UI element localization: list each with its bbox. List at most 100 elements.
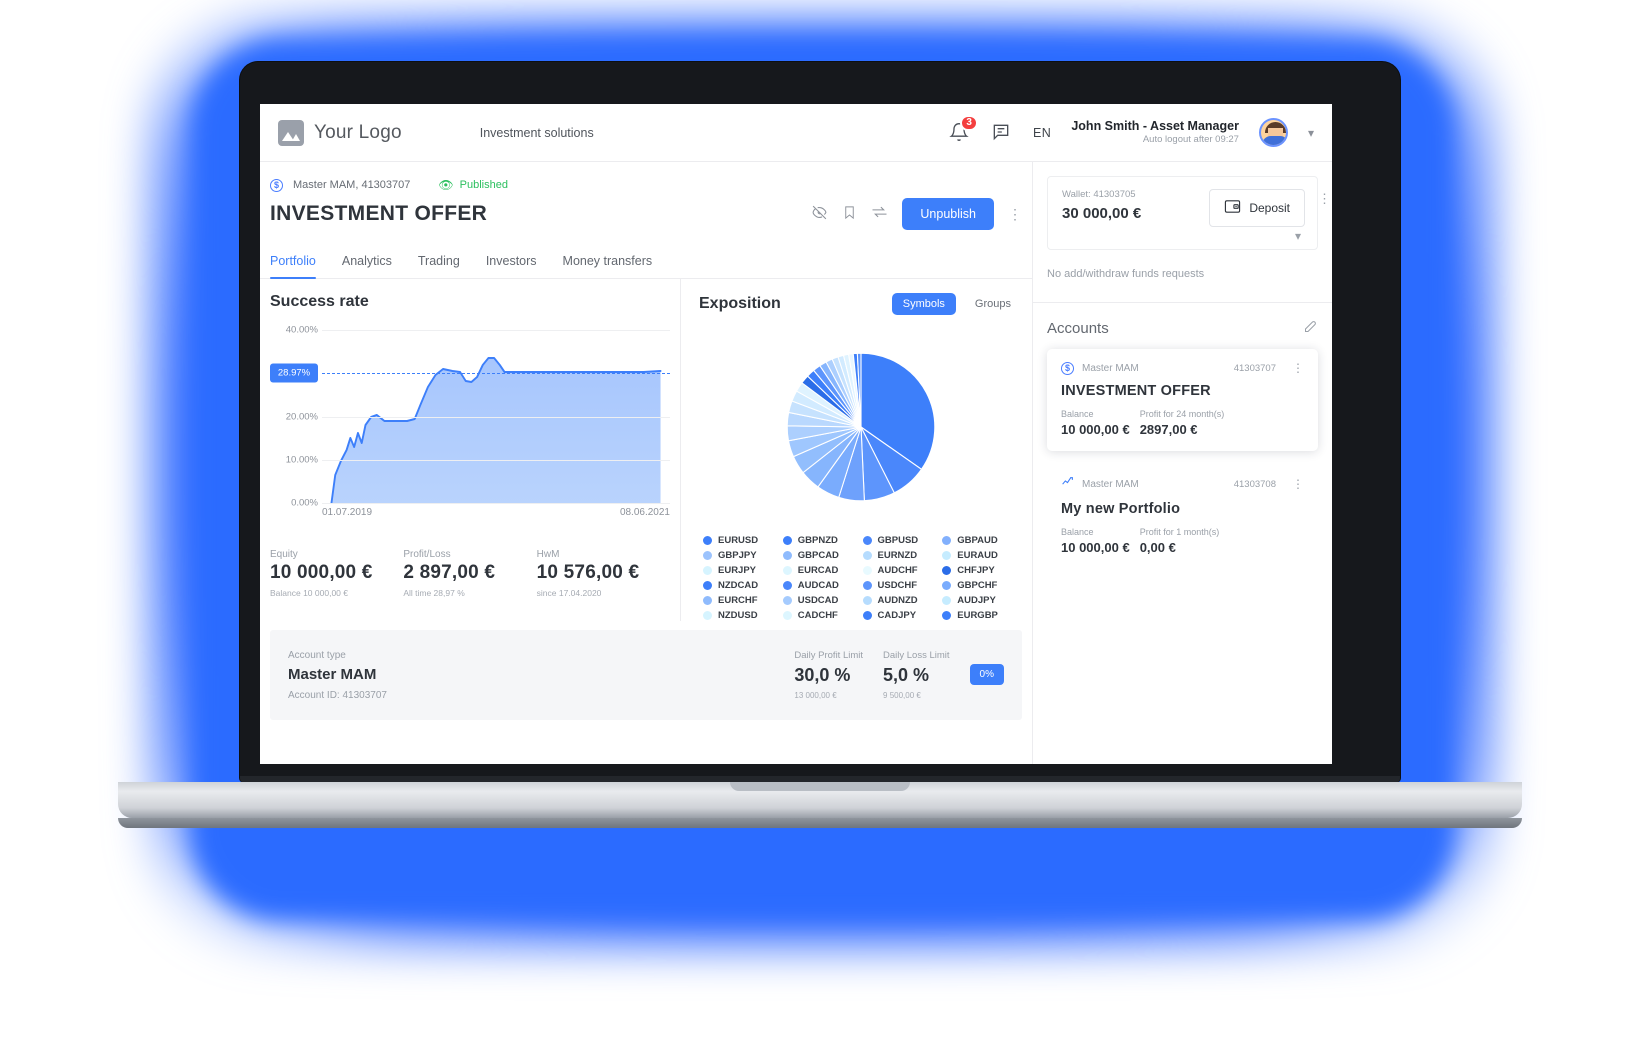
legend-item[interactable]: GBPCHF [942,580,1016,591]
legend-color-dot [942,536,952,545]
page-more-button[interactable]: ⋮ [1008,207,1022,221]
legend-item[interactable]: EURGBP [942,610,1016,621]
legend-item[interactable]: NZDCAD [703,580,777,591]
legend-item[interactable]: AUDNZD [862,595,937,606]
legend-item[interactable]: GBPNZD [782,535,857,546]
legend-item[interactable]: USDCHF [862,580,937,591]
y-tick-0: 0.00% [291,497,318,509]
panels: Success rate 40.00% 20.00% 10.00% 0.00% … [260,279,1032,621]
legend-item[interactable]: CADCHF [782,610,857,621]
legend-label: GBPJPY [718,550,757,561]
exposition-header: Exposition Symbols Groups [699,293,1022,315]
daily-loss-limit-value: 5,0 % [883,665,930,685]
status-label: Published [459,179,508,191]
transfer-icon[interactable] [871,205,888,223]
stat-equity-value: 10 000,00 € [270,562,373,583]
stat-profit-loss-label: Profit/Loss [403,549,451,560]
segment-symbols[interactable]: Symbols [891,293,956,315]
legend-color-dot [782,536,792,545]
no-requests-text: No add/withdraw funds requests [1047,268,1205,280]
unpublish-button[interactable]: Unpublish [902,198,994,230]
eye-icon: 👁 [438,178,454,192]
avatar[interactable] [1258,118,1288,147]
chart-x-axis: 01.07.2019 08.06.2021 [322,507,670,518]
legend-item[interactable]: NZDUSD [703,610,777,621]
legend-item[interactable]: GBPCAD [782,550,857,561]
legend-item[interactable]: USDCAD [782,595,857,606]
edit-pencil-icon[interactable] [1303,319,1318,337]
notification-badge: 3 [960,114,978,131]
tab-investors[interactable]: Investors [486,254,537,278]
accounts-header: Accounts [1033,302,1332,337]
wallet-expand-icon[interactable]: ▾ [1295,229,1301,243]
gridline-40 [322,330,670,331]
legend-item[interactable]: EURUSD [703,535,777,546]
chart-line-icon [1061,475,1074,493]
legend-item[interactable]: GBPUSD [862,535,937,546]
legend-item[interactable]: GBPJPY [703,550,777,561]
legend-label: USDCHF [877,580,918,591]
account-card-more-button[interactable]: ⋮ [1292,477,1304,491]
account-card-profit-value: 2897,00 € [1139,422,1198,437]
eye-off-icon[interactable] [811,204,828,225]
account-card-balance-label: Balance [1061,409,1094,419]
legend-color-dot [703,611,712,620]
daily-profit-limit: Daily Profit Limit 30,0 % 13 000,00 € [794,650,863,700]
wallet-more-button[interactable]: ⋮ [1318,191,1331,207]
chevron-down-icon[interactable]: ▾ [1308,126,1314,140]
messages-button[interactable] [991,122,1013,144]
legend-item[interactable]: AUDCAD [782,580,857,591]
notifications-button[interactable]: 3 [949,114,978,144]
deposit-button[interactable]: Deposit [1209,189,1305,227]
segment-groups[interactable]: Groups [964,293,1022,315]
account-card-figures: Balance 10 000,00 € Profit for 1 month(s… [1061,527,1304,555]
legend-item[interactable]: EURCHF [703,595,777,606]
tab-trading[interactable]: Trading [418,254,460,278]
account-card-profit: Profit for 1 month(s) 0,00 € [1140,527,1220,555]
chart-y-axis: 40.00% 20.00% 10.00% 0.00% 28.97% [270,325,318,509]
tab-analytics[interactable]: Analytics [342,254,392,278]
legend-label: EURNZD [877,550,918,561]
legend-item[interactable]: AUDCHF [862,565,937,576]
breadcrumb: $ Master MAM, 41303707 👁 Published [260,162,1032,192]
account-card-my-new-portfolio[interactable]: Master MAM 41303708 ⋮ My new Portfolio B… [1047,463,1318,569]
header-actions: 3 EN John Smith - Asset Manager Auto log… [949,114,1314,147]
wallet-value: 30 000,00 € [1062,205,1142,222]
account-card-name: INVESTMENT OFFER [1061,383,1211,399]
wallet-info: Wallet: 41303705 30 000,00 € [1062,189,1141,222]
legend-color-dot [942,581,952,590]
account-card-top: $ Master MAM 41303707 ⋮ [1061,361,1304,375]
account-card-profit-label: Profit for 1 month(s) [1139,527,1220,537]
stat-profit-loss: Profit/Loss 2 897,00 € All time 28,97 % [403,549,536,598]
limits-bar: Account type Master MAM Account ID: 4130… [270,630,1022,720]
legend-label: EURAUD [957,550,998,561]
legend-item[interactable]: EURNZD [862,550,937,561]
stat-hwm-label: HwM [536,549,560,560]
chart-highlight-pill: 28.97% [270,363,318,383]
legend-color-dot [703,581,712,590]
app-header: Your Logo Investment solutions 3 EN John… [260,104,1332,162]
laptop-foot [118,818,1522,828]
tab-portfolio[interactable]: Portfolio [270,254,316,279]
legend-item[interactable]: EURCAD [782,565,857,576]
legend-color-dot [862,611,872,620]
legend-item[interactable]: EURAUD [942,550,1016,561]
nav-investment-solutions[interactable]: Investment solutions [480,126,594,140]
account-card-balance: Balance 10 000,00 € [1061,409,1130,437]
legend-item[interactable]: CADJPY [862,610,937,621]
language-selector[interactable]: EN [1033,126,1051,140]
account-card-investment-offer[interactable]: $ Master MAM 41303707 ⋮ INVESTMENT OFFER… [1047,349,1318,451]
app-content: $ Master MAM, 41303707 👁 Published INVES… [260,162,1332,764]
legend-label: AUDCAD [797,580,839,591]
tab-money-transfers[interactable]: Money transfers [563,254,653,278]
bookmark-icon[interactable] [842,204,857,225]
legend-color-dot [782,551,792,560]
logo[interactable]: Your Logo [278,119,402,146]
account-card-more-button[interactable]: ⋮ [1292,361,1304,375]
stat-equity-label: Equity [270,549,298,560]
legend-item[interactable]: EURJPY [703,565,777,576]
legend-item[interactable]: GBPAUD [942,535,1016,546]
success-rate-panel: Success rate 40.00% 20.00% 10.00% 0.00% … [260,279,680,621]
legend-item[interactable]: CHFJPY [942,565,1016,576]
legend-item[interactable]: AUDJPY [942,595,1016,606]
